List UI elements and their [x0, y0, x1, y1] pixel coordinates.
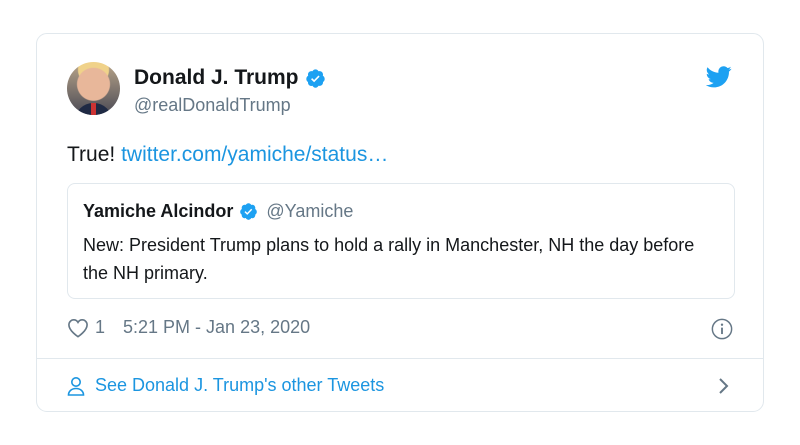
quoted-author-handle: @Yamiche — [266, 201, 354, 221]
chevron-right-icon[interactable] — [718, 377, 730, 395]
tweet-body: True! — [67, 143, 116, 166]
see-other-tweets-link[interactable]: See Donald J. Trump's other Tweets — [67, 375, 384, 396]
footer-divider — [37, 358, 763, 359]
author-name[interactable]: Donald J. Trump — [134, 66, 299, 90]
avatar-tie — [91, 103, 96, 115]
author-name-row[interactable]: Donald J. Trump — [134, 66, 326, 90]
tweet-timestamp[interactable]: 5:21 PM - Jan 23, 2020 — [123, 317, 310, 338]
tweet-meta: 1 5:21 PM - Jan 23, 2020 — [67, 317, 310, 338]
verified-badge-icon — [240, 203, 258, 220]
info-icon[interactable] — [711, 318, 733, 340]
quoted-tweet-text: New: President Trump plans to hold a ral… — [83, 235, 695, 283]
tweet-text: True! twitter.com/yamiche/status… — [67, 143, 388, 167]
twitter-bird-icon[interactable] — [706, 66, 732, 88]
like-count[interactable]: 1 — [95, 317, 105, 338]
author-handle[interactable]: @realDonaldTrump — [134, 95, 291, 116]
embedded-tweet-card[interactable]: Donald J. Trump @realDonaldTrump True! t… — [36, 33, 764, 412]
person-icon — [67, 376, 85, 396]
quoted-author-name: Yamiche Alcindor — [83, 201, 234, 221]
quoted-tweet[interactable]: Yamiche Alcindor @Yamiche New: President… — [67, 183, 735, 299]
heart-icon[interactable] — [67, 318, 89, 338]
verified-badge-icon — [305, 68, 325, 88]
tweet-link[interactable]: twitter.com/yamiche/status… — [121, 143, 388, 166]
see-other-tweets-label[interactable]: See Donald J. Trump's other Tweets — [95, 375, 384, 396]
quoted-author-row: Yamiche Alcindor @Yamiche — [83, 201, 353, 222]
author-avatar[interactable] — [67, 62, 120, 115]
